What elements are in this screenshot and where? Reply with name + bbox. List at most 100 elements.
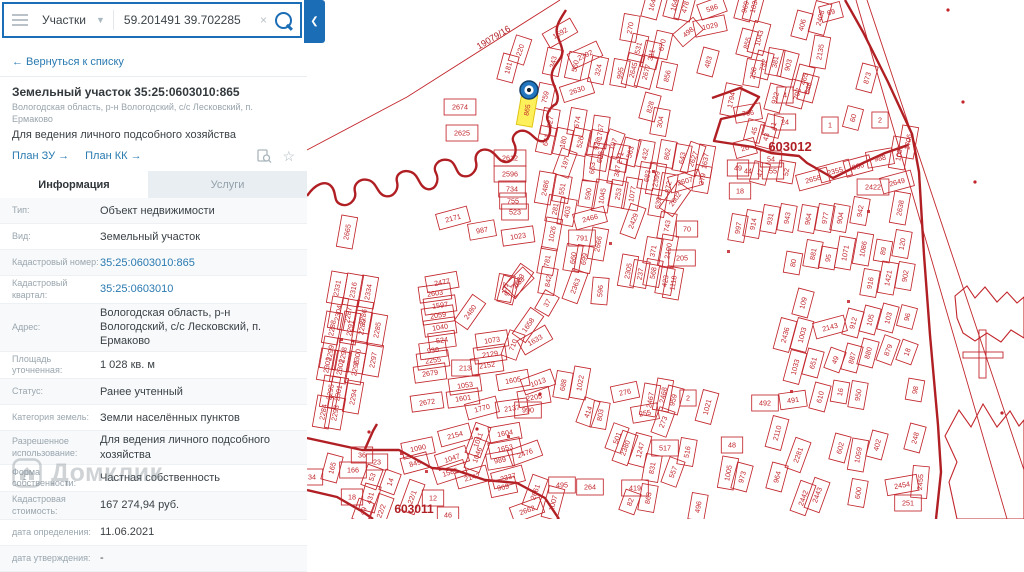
parcel[interactable]: 276	[609, 380, 641, 404]
parcel[interactable]: 2363	[561, 267, 589, 305]
parcel[interactable]: 2666	[586, 226, 610, 262]
parcel[interactable]: 2630	[558, 76, 596, 104]
parcel[interactable]: 1421	[876, 260, 900, 296]
parcel[interactable]: 37	[534, 289, 560, 317]
parcel[interactable]: 734	[498, 180, 526, 198]
favorite-star-icon[interactable]: ☆	[282, 149, 295, 163]
parcel[interactable]: 2331	[325, 270, 349, 306]
parcel[interactable]: 491	[778, 389, 808, 411]
parcel[interactable]: 248	[903, 422, 927, 454]
parcel[interactable]: 1021	[694, 389, 720, 425]
parcel[interactable]: 96	[895, 304, 919, 330]
parcel[interactable]: 2674	[443, 98, 477, 116]
tab-information[interactable]: Информация	[0, 171, 148, 199]
parcel[interactable]: 46	[436, 506, 460, 519]
parcel[interactable]: 264	[576, 478, 604, 496]
parcel[interactable]: 2171	[435, 205, 471, 231]
parcel[interactable]: 2408	[807, 0, 833, 36]
parcel[interactable]: 602	[828, 432, 852, 464]
parcel[interactable]: 89	[872, 238, 894, 264]
parcel[interactable]: 197	[552, 147, 578, 179]
parcel[interactable]: 2454	[884, 473, 920, 497]
parcel[interactable]: 103	[876, 302, 900, 334]
zoom-to-object-icon[interactable]	[257, 149, 272, 164]
parcel[interactable]: 70	[675, 220, 699, 238]
tab-services[interactable]: Услуги	[148, 171, 307, 199]
parcel[interactable]: 873	[855, 62, 879, 94]
parcel[interactable]: 1003	[789, 317, 815, 353]
parcel[interactable]: 60	[841, 105, 865, 131]
parcel[interactable]: 82	[618, 488, 642, 516]
collapse-panel-button[interactable]: ❮	[304, 0, 325, 43]
parcel[interactable]: 674	[566, 107, 588, 137]
parcel[interactable]: 516	[676, 437, 698, 467]
parcel[interactable]: 2110	[764, 415, 790, 451]
parcel[interactable]: 600	[847, 478, 869, 508]
parcel[interactable]: 109	[791, 287, 815, 319]
parcel[interactable]: 2	[679, 389, 697, 407]
parcel[interactable]: 1053	[447, 374, 483, 396]
parcel[interactable]: 483	[696, 46, 720, 78]
parcel[interactable]: 2143	[812, 314, 848, 340]
parcel[interactable]: 1090	[400, 436, 436, 460]
parcel[interactable]: 2638	[888, 190, 912, 226]
parcel[interactable]: 1071	[833, 235, 857, 271]
plan-zu-link[interactable]: План ЗУ →	[12, 150, 69, 162]
parcel[interactable]: 164	[640, 0, 664, 21]
parcel[interactable]: 950	[847, 380, 869, 410]
parcel[interactable]: 557	[660, 456, 686, 488]
parcel[interactable]: 492	[751, 394, 779, 412]
parcel[interactable]: 2596	[493, 165, 527, 183]
parcel[interactable]: 1605	[495, 368, 531, 392]
parcel[interactable]: 997	[727, 213, 749, 243]
parcel[interactable]: 120	[891, 229, 913, 259]
parcel[interactable]: 964	[765, 461, 789, 493]
parcel[interactable]: 55	[761, 162, 785, 180]
parcel[interactable]: 2281	[784, 436, 812, 474]
parcel[interactable]: 2625	[445, 124, 479, 142]
parcel[interactable]: 2486	[533, 170, 557, 206]
parcel[interactable]: 495	[548, 476, 576, 494]
parcel[interactable]: 2205	[516, 385, 552, 409]
parcel[interactable]: 803	[589, 400, 611, 430]
parcel[interactable]: 755	[499, 192, 527, 210]
parcel[interactable]: 880	[856, 337, 880, 369]
parcel[interactable]: 80	[782, 250, 804, 276]
parcel[interactable]: 1059	[846, 437, 870, 473]
parcel[interactable]: 881	[802, 239, 824, 269]
parcel[interactable]: 2	[871, 111, 889, 129]
parcel[interactable]: 2658	[795, 166, 831, 192]
parcel[interactable]: 1022	[568, 365, 592, 401]
field-value[interactable]: 35:25:0603010	[100, 282, 307, 296]
parcel[interactable]: 831	[641, 453, 663, 483]
parcel[interactable]: 590	[577, 179, 599, 209]
parcel[interactable]: 2422	[856, 178, 890, 196]
parcel[interactable]: 2665	[335, 214, 359, 250]
parcel[interactable]: 856	[655, 60, 679, 92]
parcel[interactable]: 914	[742, 209, 764, 239]
parcel[interactable]: 18	[728, 182, 752, 200]
parcel[interactable]: 496	[687, 492, 709, 519]
parcel[interactable]: 2154	[437, 422, 473, 448]
cadastral-map[interactable]: 159223922706741767343 560 324 9951812207592…	[307, 0, 1024, 519]
parcel[interactable]: 916	[859, 268, 881, 298]
clear-icon[interactable]: ×	[260, 13, 267, 27]
parcel[interactable]: 270	[619, 13, 641, 43]
parcel[interactable]: 52	[775, 159, 797, 185]
parcel[interactable]: 523	[501, 203, 529, 221]
field-value[interactable]: 35:25:0603010:865	[100, 256, 307, 270]
plan-kk-link[interactable]: План КК →	[85, 150, 141, 162]
parcel[interactable]: 903	[776, 49, 800, 81]
parcel[interactable]: 205	[668, 249, 696, 267]
parcel[interactable]: 1086	[851, 231, 875, 267]
parcel[interactable]: 596	[590, 276, 610, 306]
parcel[interactable]: 986	[842, 154, 874, 178]
menu-icon[interactable]	[12, 14, 28, 26]
parcel[interactable]: 2480	[453, 293, 487, 331]
parcel[interactable]: 2455	[910, 465, 930, 499]
parcel[interactable]: 2466	[572, 205, 608, 231]
parcel[interactable]: 181	[496, 52, 520, 84]
parcel[interactable]: 1604	[487, 421, 523, 445]
parcel[interactable]: 220	[507, 34, 533, 66]
parcel[interactable]: 1007	[540, 485, 566, 519]
